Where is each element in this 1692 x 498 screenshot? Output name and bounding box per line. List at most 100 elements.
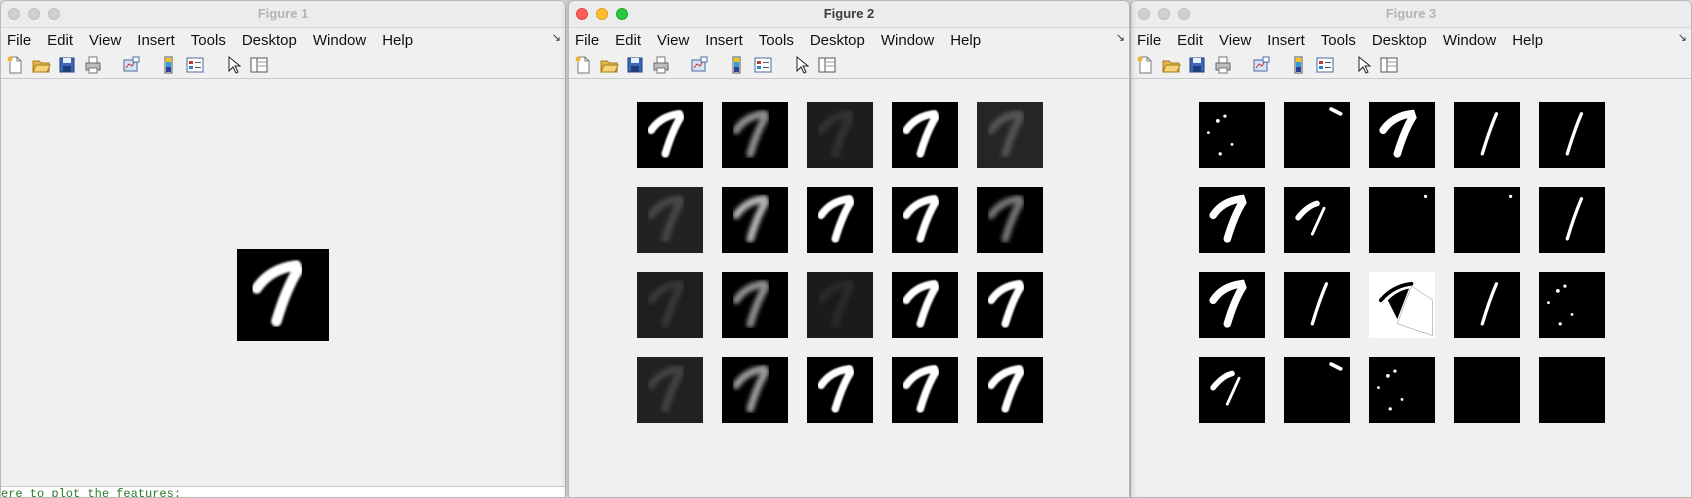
binary-map-tile (1454, 272, 1520, 338)
print-icon[interactable] (1213, 55, 1233, 75)
dock-arrow-icon[interactable]: ↘ (1678, 31, 1687, 44)
binary-map-tile (1369, 357, 1435, 423)
print-icon[interactable] (651, 55, 671, 75)
property-editor-icon[interactable] (249, 55, 269, 75)
menu-view[interactable]: View (1211, 32, 1259, 49)
save-icon[interactable] (1187, 55, 1207, 75)
menu-help[interactable]: Help (1504, 32, 1551, 49)
menu-edit[interactable]: Edit (1169, 32, 1211, 49)
menu-window[interactable]: Window (1435, 32, 1504, 49)
feature-map-tile (892, 102, 958, 168)
menu-help[interactable]: Help (374, 32, 421, 49)
binary-map-tile (1199, 357, 1265, 423)
figure-1-window: Figure 1 File Edit View Insert Tools Des… (0, 0, 566, 498)
menu-file[interactable]: File (569, 32, 607, 49)
feature-map-tile (807, 102, 873, 168)
menu-bar: File Edit View Insert Tools Desktop Wind… (1131, 28, 1691, 52)
link-plot-icon[interactable] (121, 55, 141, 75)
new-figure-icon[interactable] (573, 55, 593, 75)
figure-2-window: Figure 2 File Edit View Insert Tools Des… (568, 0, 1130, 498)
binary-map-tile (1199, 102, 1265, 168)
binary-map-tile (1454, 187, 1520, 253)
feature-map-tile (977, 272, 1043, 338)
binary-map-tile (1454, 357, 1520, 423)
menu-edit[interactable]: Edit (39, 32, 81, 49)
menu-file[interactable]: File (1, 32, 39, 49)
open-file-icon[interactable] (1161, 55, 1181, 75)
feature-map-tile (807, 357, 873, 423)
figure-3-window: Figure 3 File Edit View Insert Tools Des… (1130, 0, 1692, 498)
menu-bar: File Edit View Insert Tools Desktop Wind… (569, 28, 1129, 52)
pointer-icon[interactable] (223, 55, 243, 75)
property-editor-icon[interactable] (817, 55, 837, 75)
binary-map-tile (1284, 102, 1350, 168)
title-bar: Figure 2 (569, 1, 1129, 28)
menu-view[interactable]: View (81, 32, 129, 49)
pointer-icon[interactable] (1353, 55, 1373, 75)
binary-map-tile (1199, 187, 1265, 253)
menu-desktop[interactable]: Desktop (234, 32, 305, 49)
save-icon[interactable] (625, 55, 645, 75)
pointer-icon[interactable] (791, 55, 811, 75)
link-plot-icon[interactable] (689, 55, 709, 75)
menu-desktop[interactable]: Desktop (1364, 32, 1435, 49)
menu-window[interactable]: Window (873, 32, 942, 49)
open-file-icon[interactable] (599, 55, 619, 75)
figure-toolbar (569, 52, 1129, 79)
new-figure-icon[interactable] (5, 55, 25, 75)
title-bar: Figure 3 (1131, 1, 1691, 28)
feature-map-tile (637, 102, 703, 168)
insert-colorbar-icon[interactable] (159, 55, 179, 75)
feature-map-tile (637, 272, 703, 338)
binary-map-tile (1454, 102, 1520, 168)
binary-map-tile (1369, 187, 1435, 253)
insert-colorbar-icon[interactable] (1289, 55, 1309, 75)
menu-insert[interactable]: Insert (1259, 32, 1313, 49)
menu-view[interactable]: View (649, 32, 697, 49)
menu-edit[interactable]: Edit (607, 32, 649, 49)
insert-legend-icon[interactable] (753, 55, 773, 75)
binary-map-tile (1369, 102, 1435, 168)
binary-map-tile (1539, 102, 1605, 168)
feature-map-tile (807, 187, 873, 253)
menu-window[interactable]: Window (305, 32, 374, 49)
link-plot-icon[interactable] (1251, 55, 1271, 75)
binary-map-tile (1539, 272, 1605, 338)
window-title: Figure 2 (823, 6, 875, 21)
window-title: Figure 3 (1385, 6, 1437, 21)
menu-bar: File Edit View Insert Tools Desktop Wind… (1, 28, 565, 52)
feature-map-tile (637, 187, 703, 253)
save-icon[interactable] (57, 55, 77, 75)
menu-help[interactable]: Help (942, 32, 989, 49)
menu-tools[interactable]: Tools (751, 32, 802, 49)
command-window-peek: ere to plot the features: (1, 486, 565, 497)
insert-legend-icon[interactable] (1315, 55, 1335, 75)
binary-map-tile (1199, 272, 1265, 338)
property-editor-icon[interactable] (1379, 55, 1399, 75)
binary-map-tile (1369, 272, 1435, 338)
insert-colorbar-icon[interactable] (727, 55, 747, 75)
figure-toolbar (1131, 52, 1691, 79)
binary-map-tile (1539, 187, 1605, 253)
feature-map-tile (722, 357, 788, 423)
menu-insert[interactable]: Insert (697, 32, 751, 49)
menu-file[interactable]: File (1131, 32, 1169, 49)
menu-insert[interactable]: Insert (129, 32, 183, 49)
feature-map-tile (722, 102, 788, 168)
figure-axes-area (1, 79, 565, 497)
command-window-text: ere to plot the features: (1, 487, 182, 497)
feature-map-grid (569, 79, 1129, 497)
menu-tools[interactable]: Tools (183, 32, 234, 49)
feature-map-tile (722, 272, 788, 338)
insert-legend-icon[interactable] (185, 55, 205, 75)
menu-desktop[interactable]: Desktop (802, 32, 873, 49)
dock-arrow-icon[interactable]: ↘ (1116, 31, 1125, 44)
digit-image (237, 249, 329, 341)
open-file-icon[interactable] (31, 55, 51, 75)
feature-map-tile (977, 357, 1043, 423)
new-figure-icon[interactable] (1135, 55, 1155, 75)
dock-arrow-icon[interactable]: ↘ (552, 31, 561, 44)
menu-tools[interactable]: Tools (1313, 32, 1364, 49)
print-icon[interactable] (83, 55, 103, 75)
figure-toolbar (1, 52, 565, 79)
